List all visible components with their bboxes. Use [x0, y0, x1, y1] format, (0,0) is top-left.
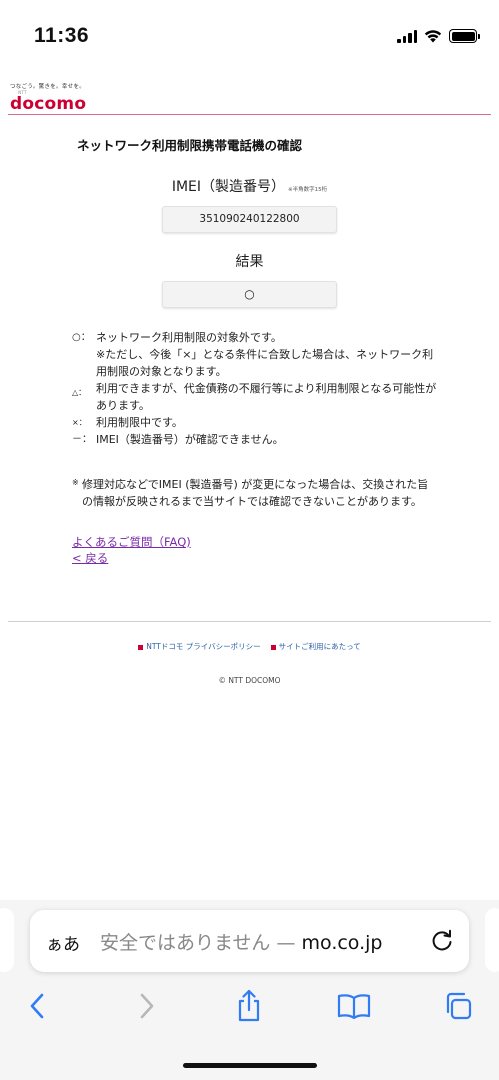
footer-links: NTTドコモ プライバシーポリシー サイトご利用にあたって	[0, 641, 499, 652]
legend-row-triangle: △： 利用できますが、代金債務の不履行等により利用制限となる可能性があります。	[72, 380, 442, 414]
docomo-logo: docomo	[10, 94, 87, 114]
brand-tagline: つなごう。驚きを。幸せを。	[10, 84, 86, 90]
battery-icon	[449, 29, 480, 43]
status-bar: 11:36	[0, 0, 499, 72]
wifi-icon	[424, 30, 442, 43]
address-bar[interactable]: ぁあ 安全ではありません — mo.co.jp	[30, 910, 469, 972]
result-label: 結果	[235, 254, 264, 270]
legend-row-caveat: ※ただし、今後「×」となる条件に合致した場合は、ネットワーク利用制限の対象となり…	[72, 346, 442, 380]
legend-symbol: －：	[72, 434, 92, 445]
bullet-square-icon	[270, 644, 276, 650]
legend-text: 利用制限中です。	[96, 416, 183, 429]
copyright: © NTT DOCOMO	[218, 676, 281, 685]
forward-button[interactable]	[126, 986, 166, 1026]
back-link[interactable]: < 戻る	[72, 550, 108, 566]
share-button[interactable]	[229, 986, 269, 1026]
home-indicator[interactable]	[183, 1063, 317, 1068]
legend-row-cross: ×： 利用制限中です。	[72, 414, 442, 431]
tabs-button[interactable]	[438, 986, 478, 1026]
status-time: 11:36	[34, 24, 90, 47]
legend-symbol: △：	[72, 388, 87, 397]
imei-label-text: IMEI（製造番号）	[171, 179, 286, 195]
legend-symbol: ×：	[72, 418, 87, 427]
docomo-brand[interactable]: つなごう。驚きを。幸せを。 NTT docomo	[10, 82, 86, 114]
url-domain: mo.co.jp	[301, 932, 383, 954]
tabs-icon	[446, 992, 472, 1020]
back-button[interactable]	[18, 986, 58, 1026]
cellular-signal-icon	[397, 29, 417, 43]
site-terms-link[interactable]: サイトご利用にあたって	[279, 642, 361, 651]
note-mark: ※	[72, 478, 79, 487]
faq-link[interactable]: よくあるご質問（FAQ)	[72, 534, 191, 550]
imei-value-field: 351090240122800	[162, 206, 337, 233]
header-divider	[8, 114, 491, 115]
share-icon	[238, 989, 260, 1022]
legend-text: IMEI（製造番号）が確認できません。	[96, 433, 284, 446]
url-text[interactable]: 安全ではありません — mo.co.jp	[100, 928, 420, 955]
page-title: ネットワーク利用制限携帯電話機の確認	[77, 138, 303, 153]
legend-row-dash: －： IMEI（製造番号）が確認できません。	[72, 431, 442, 448]
legend-row-circle: ○： ネットワーク利用制限の対象外です。	[72, 329, 442, 346]
imei-label: IMEI（製造番号） ※半角数字15桁	[0, 176, 499, 196]
result-legend: ○： ネットワーク利用制限の対象外です。 ※ただし、今後「×」となる条件に合致し…	[72, 329, 442, 448]
url-security-label: 安全ではありません —	[100, 932, 302, 954]
bullet-square-icon	[138, 644, 144, 650]
chevron-left-icon	[30, 993, 44, 1019]
browser-bottom-bar: ぁあ 安全ではありません — mo.co.jp	[0, 900, 499, 1080]
legend-text: ※ただし、今後「×」となる条件に合致した場合は、ネットワーク利用制限の対象となり…	[96, 348, 434, 378]
browser-toolbar	[0, 986, 499, 1026]
status-icons	[397, 27, 480, 45]
legend-text: ネットワーク利用制限の対象外です。	[96, 331, 282, 344]
legend-symbol: ○：	[72, 332, 91, 343]
previous-tab-peek[interactable]	[0, 908, 14, 972]
chevron-right-icon	[140, 993, 154, 1019]
reload-icon[interactable]	[429, 928, 455, 954]
imei-note: ※半角数字15桁	[288, 187, 328, 193]
footer-divider	[8, 621, 491, 622]
next-tab-peek[interactable]	[485, 908, 499, 972]
result-value-field: ○	[162, 281, 337, 308]
bookmarks-button[interactable]	[334, 986, 374, 1026]
legend-text: 利用できますが、代金債務の不履行等により利用制限となる可能性があります。	[96, 382, 437, 412]
page-settings-button[interactable]: ぁあ	[46, 930, 80, 955]
privacy-policy-link[interactable]: NTTドコモ プライバシーポリシー	[146, 642, 260, 651]
book-icon	[337, 994, 371, 1019]
note-text: 修理対応などでIMEI (製造番号) が変更になった場合は、交換された旨の情報が…	[82, 478, 429, 508]
imei-change-note: ※ 修理対応などでIMEI (製造番号) が変更になった場合は、交換された旨の情…	[72, 476, 437, 510]
